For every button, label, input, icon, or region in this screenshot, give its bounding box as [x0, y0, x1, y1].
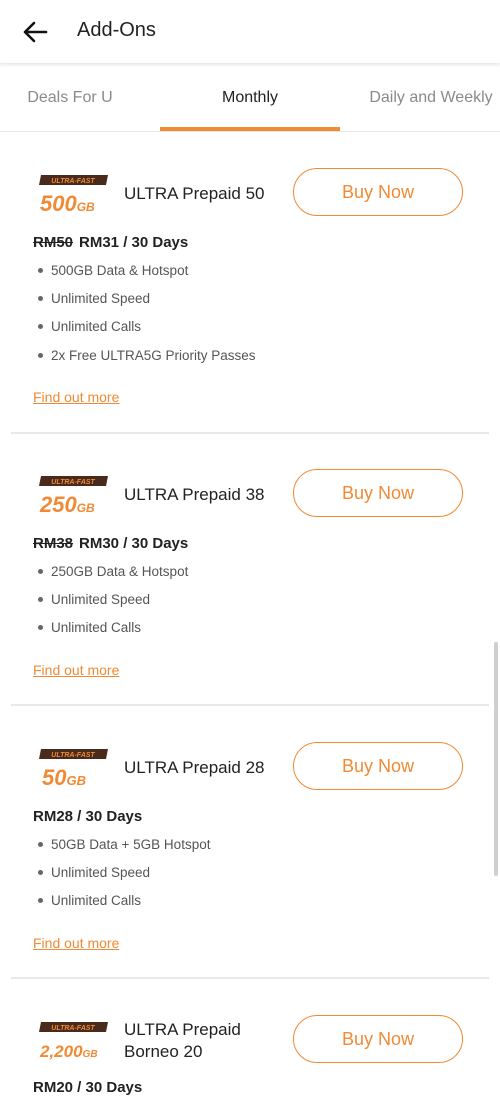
- badge-amount: 2,200: [39, 1042, 83, 1061]
- feature-item: Unlimited Speed: [38, 865, 150, 880]
- find-out-more-link[interactable]: Find out more: [33, 935, 119, 951]
- ultra-fast-badge: ULTRA-FAST 500GB: [39, 175, 108, 214]
- feature-item: Unlimited Calls: [38, 620, 141, 635]
- plan-price: RM50 RM31 / 30 Days: [33, 234, 188, 251]
- buy-now-button[interactable]: Buy Now: [293, 742, 463, 790]
- plan-name: ULTRA Prepaid 38: [124, 485, 265, 504]
- badge-tag: ULTRA-FAST: [51, 178, 95, 185]
- badge-tag: ULTRA-FAST: [51, 479, 95, 486]
- ultra-fast-badge: ULTRA-FAST 2,200GB: [39, 1022, 108, 1061]
- badge-tag: ULTRA-FAST: [51, 1025, 95, 1032]
- plan-card: ULTRA-FAST 250GB ULTRA Prepaid 38 Buy No…: [11, 433, 489, 706]
- app-header: Add-Ons: [0, 0, 500, 63]
- active-tab-indicator: [160, 127, 340, 131]
- plan-price: RM28 / 30 Days: [33, 808, 142, 825]
- tab-bar: Deals For U Monthly Daily and Weekly: [0, 66, 500, 132]
- old-price: RM38: [33, 535, 74, 552]
- tab-deals-for-u[interactable]: Deals For U: [0, 66, 140, 131]
- feature-item: Unlimited Calls: [38, 319, 141, 334]
- scrollbar[interactable]: [494, 642, 498, 876]
- plan-name: ULTRA Prepaid Borneo 20: [124, 1020, 241, 1061]
- plan-card: ULTRA-FAST 500GB ULTRA Prepaid 50 Buy No…: [11, 132, 489, 434]
- plan-name: ULTRA Prepaid 50: [124, 184, 265, 203]
- badge-unit: GB: [66, 773, 86, 788]
- feature-item: 500GB Data & Hotspot: [38, 263, 188, 278]
- svg-text:50GB: 50GB: [42, 765, 86, 788]
- plan-name: ULTRA Prepaid 28: [124, 758, 265, 777]
- arrow-left-icon[interactable]: [22, 20, 48, 44]
- plan-card: ULTRA-FAST 2,200GB ULTRA Prepaid Borneo …: [11, 979, 489, 1096]
- ultra-fast-badge: ULTRA-FAST 50GB: [39, 749, 108, 788]
- current-price: RM20 / 30 Days: [33, 1079, 143, 1096]
- feature-item: 50GB Data + 5GB Hotspot: [38, 837, 210, 852]
- svg-text:2,200GB: 2,200GB: [39, 1042, 98, 1061]
- plan-card: ULTRA-FAST 50GB ULTRA Prepaid 28 Buy Now…: [11, 706, 489, 979]
- badge-amount: 250: [39, 492, 77, 515]
- badge-tag: ULTRA-FAST: [51, 752, 95, 759]
- badge-amount: 500: [40, 191, 77, 214]
- feature-item: Unlimited Calls: [38, 893, 141, 908]
- tab-daily-and-weekly[interactable]: Daily and Weekly: [362, 66, 500, 131]
- plan-price: RM20 / 30 Days: [33, 1079, 142, 1096]
- buy-now-button[interactable]: Buy Now: [293, 1015, 463, 1063]
- badge-unit: GB: [83, 1049, 98, 1060]
- badge-unit: GB: [77, 200, 95, 214]
- badge-amount: 50: [42, 765, 67, 788]
- page-title: Add-Ons: [77, 19, 156, 41]
- find-out-more-link[interactable]: Find out more: [33, 662, 119, 678]
- feature-item: 250GB Data & Hotspot: [38, 564, 188, 579]
- find-out-more-link[interactable]: Find out more: [33, 389, 119, 405]
- feature-item: 2x Free ULTRA5G Priority Passes: [38, 348, 256, 363]
- svg-text:500GB: 500GB: [40, 191, 95, 214]
- feature-item: Unlimited Speed: [38, 592, 150, 607]
- feature-item: Unlimited Speed: [38, 291, 150, 306]
- svg-text:250GB: 250GB: [39, 492, 95, 515]
- current-price: RM28 / 30 Days: [33, 808, 143, 825]
- ultra-fast-badge: ULTRA-FAST 250GB: [39, 476, 108, 515]
- old-price: RM50: [33, 234, 74, 251]
- tab-monthly[interactable]: Monthly: [160, 66, 340, 131]
- plan-price: RM38 RM30 / 30 Days: [33, 535, 188, 552]
- current-price: RM31 / 30 Days: [79, 234, 189, 251]
- buy-now-button[interactable]: Buy Now: [293, 168, 463, 216]
- buy-now-button[interactable]: Buy Now: [293, 469, 463, 517]
- badge-unit: GB: [77, 501, 95, 515]
- current-price: RM30 / 30 Days: [79, 535, 189, 552]
